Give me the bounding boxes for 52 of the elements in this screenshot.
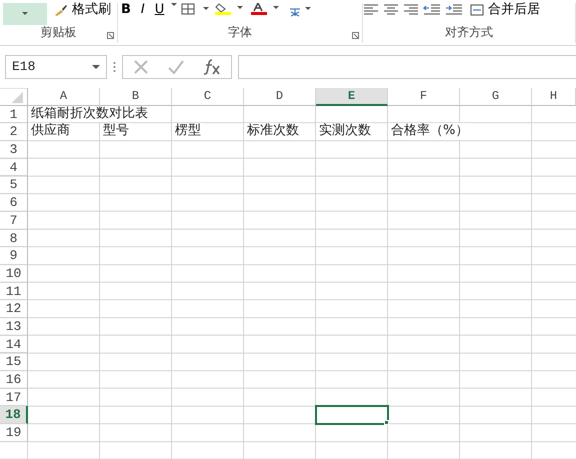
group-label: 对齐方式: [444, 24, 494, 41]
row-header[interactable]: 3: [0, 141, 28, 159]
column-header[interactable]: D: [244, 88, 316, 106]
row-header[interactable]: 14: [0, 336, 28, 354]
insert-function-icon[interactable]: [203, 59, 222, 75]
row-header[interactable]: 8: [0, 230, 28, 248]
paintbrush-icon: [54, 4, 68, 16]
format-painter-button[interactable]: 格式刷: [51, 3, 114, 17]
row-header[interactable]: 16: [0, 371, 28, 389]
decrease-indent-icon[interactable]: [423, 3, 441, 15]
row-header[interactable]: 18: [0, 406, 28, 424]
row-header[interactable]: 6: [0, 194, 28, 212]
column-header[interactable]: H: [532, 88, 576, 106]
column-header[interactable]: G: [460, 88, 532, 106]
caret-icon: [92, 65, 100, 69]
formula-input[interactable]: [238, 55, 576, 79]
dialog-launcher-icon[interactable]: [107, 32, 114, 39]
row-header[interactable]: 10: [0, 264, 28, 283]
column-header[interactable]: E: [316, 88, 388, 106]
column-header[interactable]: C: [172, 88, 244, 106]
row-header[interactable]: 15: [0, 353, 28, 371]
align-center-icon[interactable]: [383, 3, 399, 15]
active-cell[interactable]: [315, 405, 389, 426]
align-left-icon[interactable]: [363, 3, 379, 15]
column-header[interactable]: B: [100, 88, 172, 106]
increase-indent-icon[interactable]: [445, 3, 463, 15]
row-header[interactable]: 13: [0, 318, 28, 336]
borders-icon[interactable]: [181, 3, 212, 15]
cell-reference: E18: [12, 58, 36, 76]
table-cell: 合格率（%）: [388, 123, 472, 140]
column-header[interactable]: F: [388, 88, 460, 106]
merge-cells-icon: [470, 4, 484, 16]
row-header[interactable]: 5: [0, 176, 28, 194]
group-label: 剪贴板: [40, 24, 78, 41]
row-header[interactable]: 7: [0, 212, 28, 230]
align-right-icon[interactable]: [403, 3, 419, 15]
group-label: 字体: [227, 24, 253, 41]
row-header[interactable]: 19: [0, 424, 28, 442]
merge-center-button[interactable]: 合并后居: [467, 3, 543, 17]
font-style-button[interactable]: B: [118, 3, 134, 17]
dialog-launcher-icon[interactable]: [352, 32, 359, 39]
row-header[interactable]: 12: [0, 300, 28, 318]
caret-icon: [22, 12, 28, 15]
font-style-button[interactable]: I: [138, 3, 148, 17]
caret-icon: [171, 3, 178, 6]
name-box[interactable]: E18: [5, 55, 107, 79]
column-header[interactable]: A: [28, 88, 100, 106]
row-header[interactable]: 9: [0, 247, 28, 265]
more-options-icon: [113, 62, 116, 72]
font-style-button[interactable]: U: [152, 3, 168, 17]
row-header[interactable]: 4: [0, 158, 28, 176]
row-header[interactable]: 11: [0, 282, 28, 300]
